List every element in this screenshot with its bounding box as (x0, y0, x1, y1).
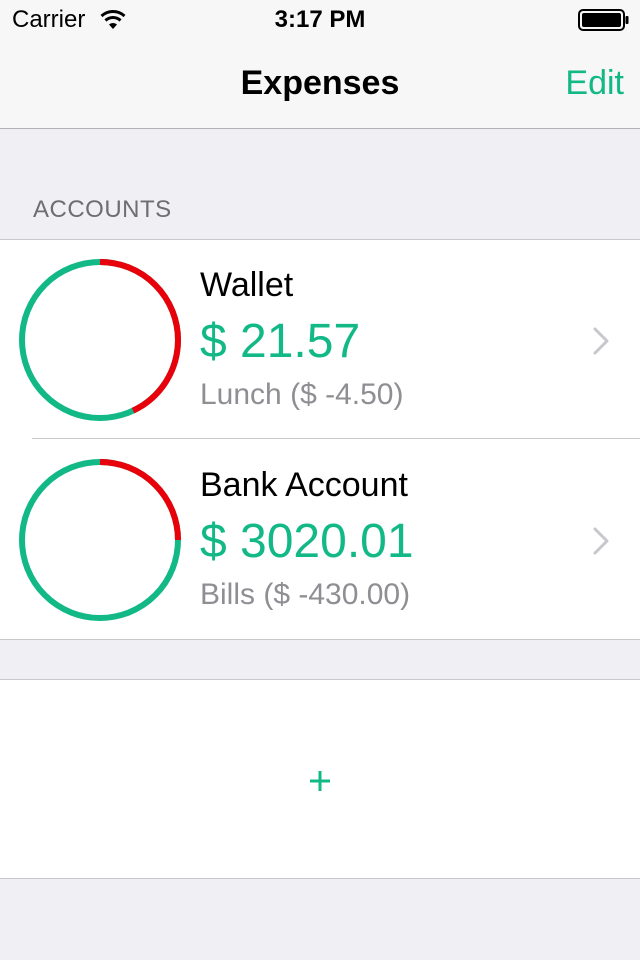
accounts-list: Wallet $ 21.57 Lunch ($ -4.50) Bank Acco… (0, 239, 640, 640)
account-row-bank-account[interactable]: Bank Account $ 3020.01 Bills ($ -430.00) (0, 440, 640, 640)
account-last-transaction: Lunch ($ -4.50) (200, 378, 404, 411)
status-bar: Carrier 3:17 PM (0, 0, 640, 40)
clock: 3:17 PM (274, 6, 366, 33)
account-name: Bank Account (200, 466, 408, 504)
account-name: Wallet (200, 266, 294, 304)
add-account-button[interactable] (0, 680, 640, 878)
account-balance: $ 3020.01 (200, 515, 414, 568)
edit-button[interactable]: Edit (565, 64, 624, 103)
section-header-accounts: ACCOUNTS (33, 196, 172, 223)
account-balance-ring (19, 459, 181, 621)
account-balance-ring (19, 259, 181, 421)
chevron-right-icon (593, 527, 609, 555)
page-title: Expenses (240, 64, 400, 102)
add-account-section (0, 679, 640, 879)
row-divider (32, 438, 640, 439)
account-balance: $ 21.57 (200, 315, 361, 368)
chevron-right-icon (593, 327, 609, 355)
plus-icon (310, 771, 330, 791)
battery-icon (578, 9, 629, 31)
account-last-transaction: Bills ($ -430.00) (200, 578, 411, 611)
account-row-wallet[interactable]: Wallet $ 21.57 Lunch ($ -4.50) (0, 240, 640, 440)
navigation-bar: Expenses Edit (0, 40, 640, 129)
